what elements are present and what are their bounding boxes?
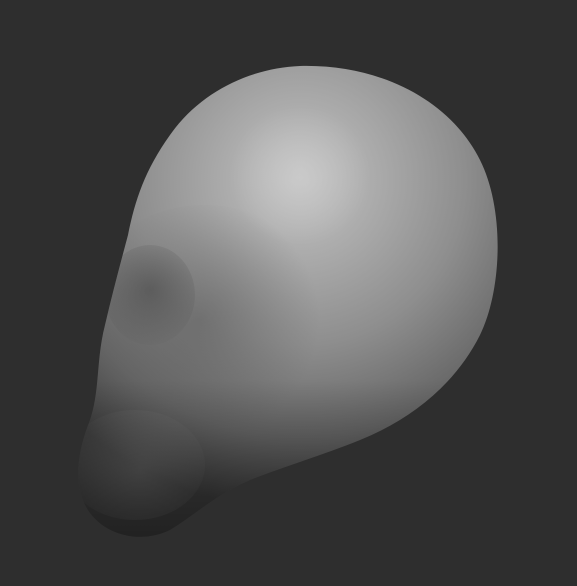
- sculpt-viewport[interactable]: [0, 0, 577, 586]
- underside-shadow: [78, 380, 498, 537]
- eye-socket-shading: [105, 245, 195, 345]
- head-model[interactable]: [0, 65, 577, 580]
- specular-highlight: [220, 108, 380, 248]
- sculpt-canvas[interactable]: [0, 0, 577, 586]
